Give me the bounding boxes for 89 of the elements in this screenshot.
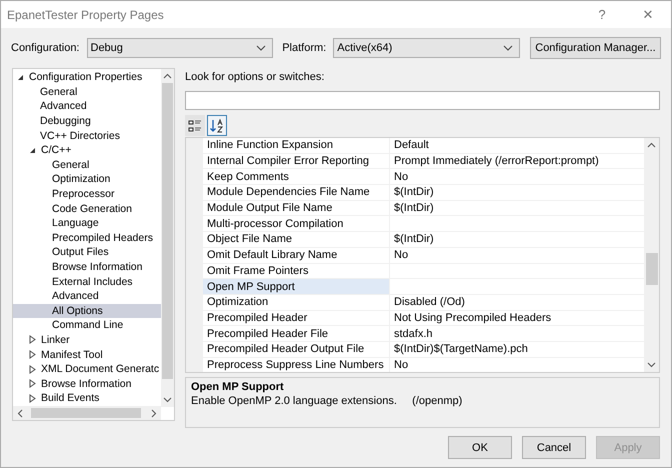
categorized-list-icon (187, 118, 203, 134)
property-name[interactable]: Open MP Support (203, 279, 390, 294)
sort-button[interactable] (207, 115, 227, 136)
tree-item[interactable]: General (13, 84, 162, 100)
expanded-triangle-icon[interactable] (28, 146, 37, 155)
scroll-thumb[interactable] (646, 253, 658, 285)
tree-item[interactable]: Configuration Properties (13, 70, 162, 85)
description-title: Open MP Support (191, 381, 284, 393)
property-name[interactable]: Omit Default Library Name (203, 248, 390, 262)
property-name[interactable]: Optimization (203, 294, 390, 310)
scroll-down-icon[interactable] (647, 362, 656, 368)
collapsed-triangle-icon[interactable] (28, 364, 37, 374)
collapsed-triangle-icon[interactable] (28, 335, 37, 344)
horizontal-scrollbar[interactable] (13, 406, 161, 420)
categorized-view-button[interactable] (185, 115, 205, 136)
property-name[interactable]: Precompiled Header (203, 310, 390, 326)
scroll-up-icon[interactable] (647, 142, 656, 148)
property-name[interactable]: Module Output File Name (203, 200, 390, 216)
property-value: No (393, 249, 408, 262)
property-value: $(IntDir) (393, 202, 434, 214)
tree-item[interactable]: All Options (13, 304, 162, 318)
expanded-triangle-icon[interactable] (16, 72, 25, 82)
tree-item[interactable]: Build Events (13, 391, 162, 406)
tree-item[interactable]: Precompiled Headers (13, 230, 162, 246)
sort-az-icon (209, 118, 225, 134)
property-value: stdafx.h (393, 328, 433, 340)
vertical-scrollbar[interactable] (161, 69, 174, 407)
window-title: EpanetTester Property Pages (7, 8, 165, 22)
scroll-right-icon[interactable] (151, 408, 157, 418)
property-value: No (393, 358, 408, 371)
property-value: Prompt Immediately (/errorReport:prompt) (393, 155, 599, 168)
property-name[interactable]: Internal Compiler Error Reporting (203, 154, 390, 168)
tree-item[interactable]: Browse Information (13, 260, 162, 274)
platform-label: Platform: (282, 42, 326, 54)
property-value: Not Using Precompiled Headers (393, 312, 552, 324)
property-name[interactable]: Multi-processor Compilation (203, 216, 390, 232)
property-name[interactable]: Module Dependencies File Name (203, 185, 390, 200)
tree-item[interactable]: Manifest Tool (13, 347, 162, 362)
property-name[interactable]: Inline Function Expansion (203, 138, 390, 153)
property-name[interactable]: Precompiled Header File (203, 326, 390, 341)
close-button[interactable]: ✕ (625, 7, 671, 22)
configuration-manager-button[interactable]: Configuration Manager... (530, 37, 662, 59)
search-label: Look for options or switches: (185, 70, 326, 85)
tree-item[interactable]: Output Files (13, 245, 162, 260)
platform-dropdown[interactable]: Active(x64) (333, 38, 520, 58)
tree-item[interactable]: Debugging (13, 114, 162, 128)
scroll-thumb[interactable] (31, 408, 141, 418)
property-value: Disabled (/Od) (393, 296, 465, 308)
configuration-dropdown[interactable]: Debug (86, 38, 274, 58)
collapsed-triangle-icon[interactable] (28, 394, 37, 403)
property-value: Default (393, 139, 429, 152)
vertical-scrollbar[interactable] (644, 138, 659, 372)
property-name[interactable]: Precompiled Header Output File (203, 342, 390, 357)
tree-item[interactable]: General (13, 158, 162, 172)
property-value: $(IntDir) (393, 233, 434, 246)
tree-item[interactable]: Code Generation (13, 201, 162, 216)
property-name[interactable]: Omit Frame Pointers (203, 264, 390, 278)
tree-item[interactable]: VC++ Directories (13, 128, 162, 143)
property-value: $(IntDir)$(TargetName).pch (393, 343, 528, 356)
collapsed-triangle-icon[interactable] (28, 350, 37, 360)
search-field[interactable] (185, 91, 660, 110)
tree-item[interactable]: Language (13, 216, 162, 231)
scroll-up-icon[interactable] (163, 73, 172, 79)
property-name[interactable]: Object File Name (203, 232, 390, 247)
tree-item[interactable]: External Includes (13, 274, 162, 289)
scroll-thumb[interactable] (162, 83, 173, 379)
property-name[interactable]: Preprocess Suppress Line Numbers (203, 358, 390, 372)
property-value: No (393, 170, 408, 183)
chevron-down-icon (502, 45, 513, 51)
tree-item[interactable]: Advanced (13, 99, 162, 114)
property-value: $(IntDir) (393, 186, 434, 198)
description-text: Enable OpenMP 2.0 language extensions. (/openmp) (191, 395, 462, 407)
scroll-down-icon[interactable] (163, 397, 172, 403)
tree-item[interactable]: Linker (13, 332, 162, 348)
dialog-button[interactable]: Cancel (522, 436, 586, 459)
configuration-label: Configuration: (11, 42, 80, 54)
tree-item[interactable]: C/C++ (13, 142, 162, 158)
scroll-left-icon[interactable] (17, 408, 23, 418)
help-button[interactable]: ? (579, 7, 625, 22)
dialog-button[interactable]: OK (448, 436, 512, 459)
property-name[interactable]: Keep Comments (203, 169, 390, 184)
tree-item[interactable]: XML Document Generatc (13, 362, 162, 376)
tree-item[interactable]: Advanced (13, 288, 162, 304)
tree-item[interactable]: Optimization (13, 172, 162, 187)
chevron-down-icon (256, 45, 266, 51)
tree-item[interactable]: Command Line (13, 318, 162, 333)
collapsed-triangle-icon[interactable] (28, 379, 37, 388)
tree-item[interactable]: Browse Information (13, 376, 162, 392)
tree-item[interactable]: Preprocessor (13, 186, 162, 202)
